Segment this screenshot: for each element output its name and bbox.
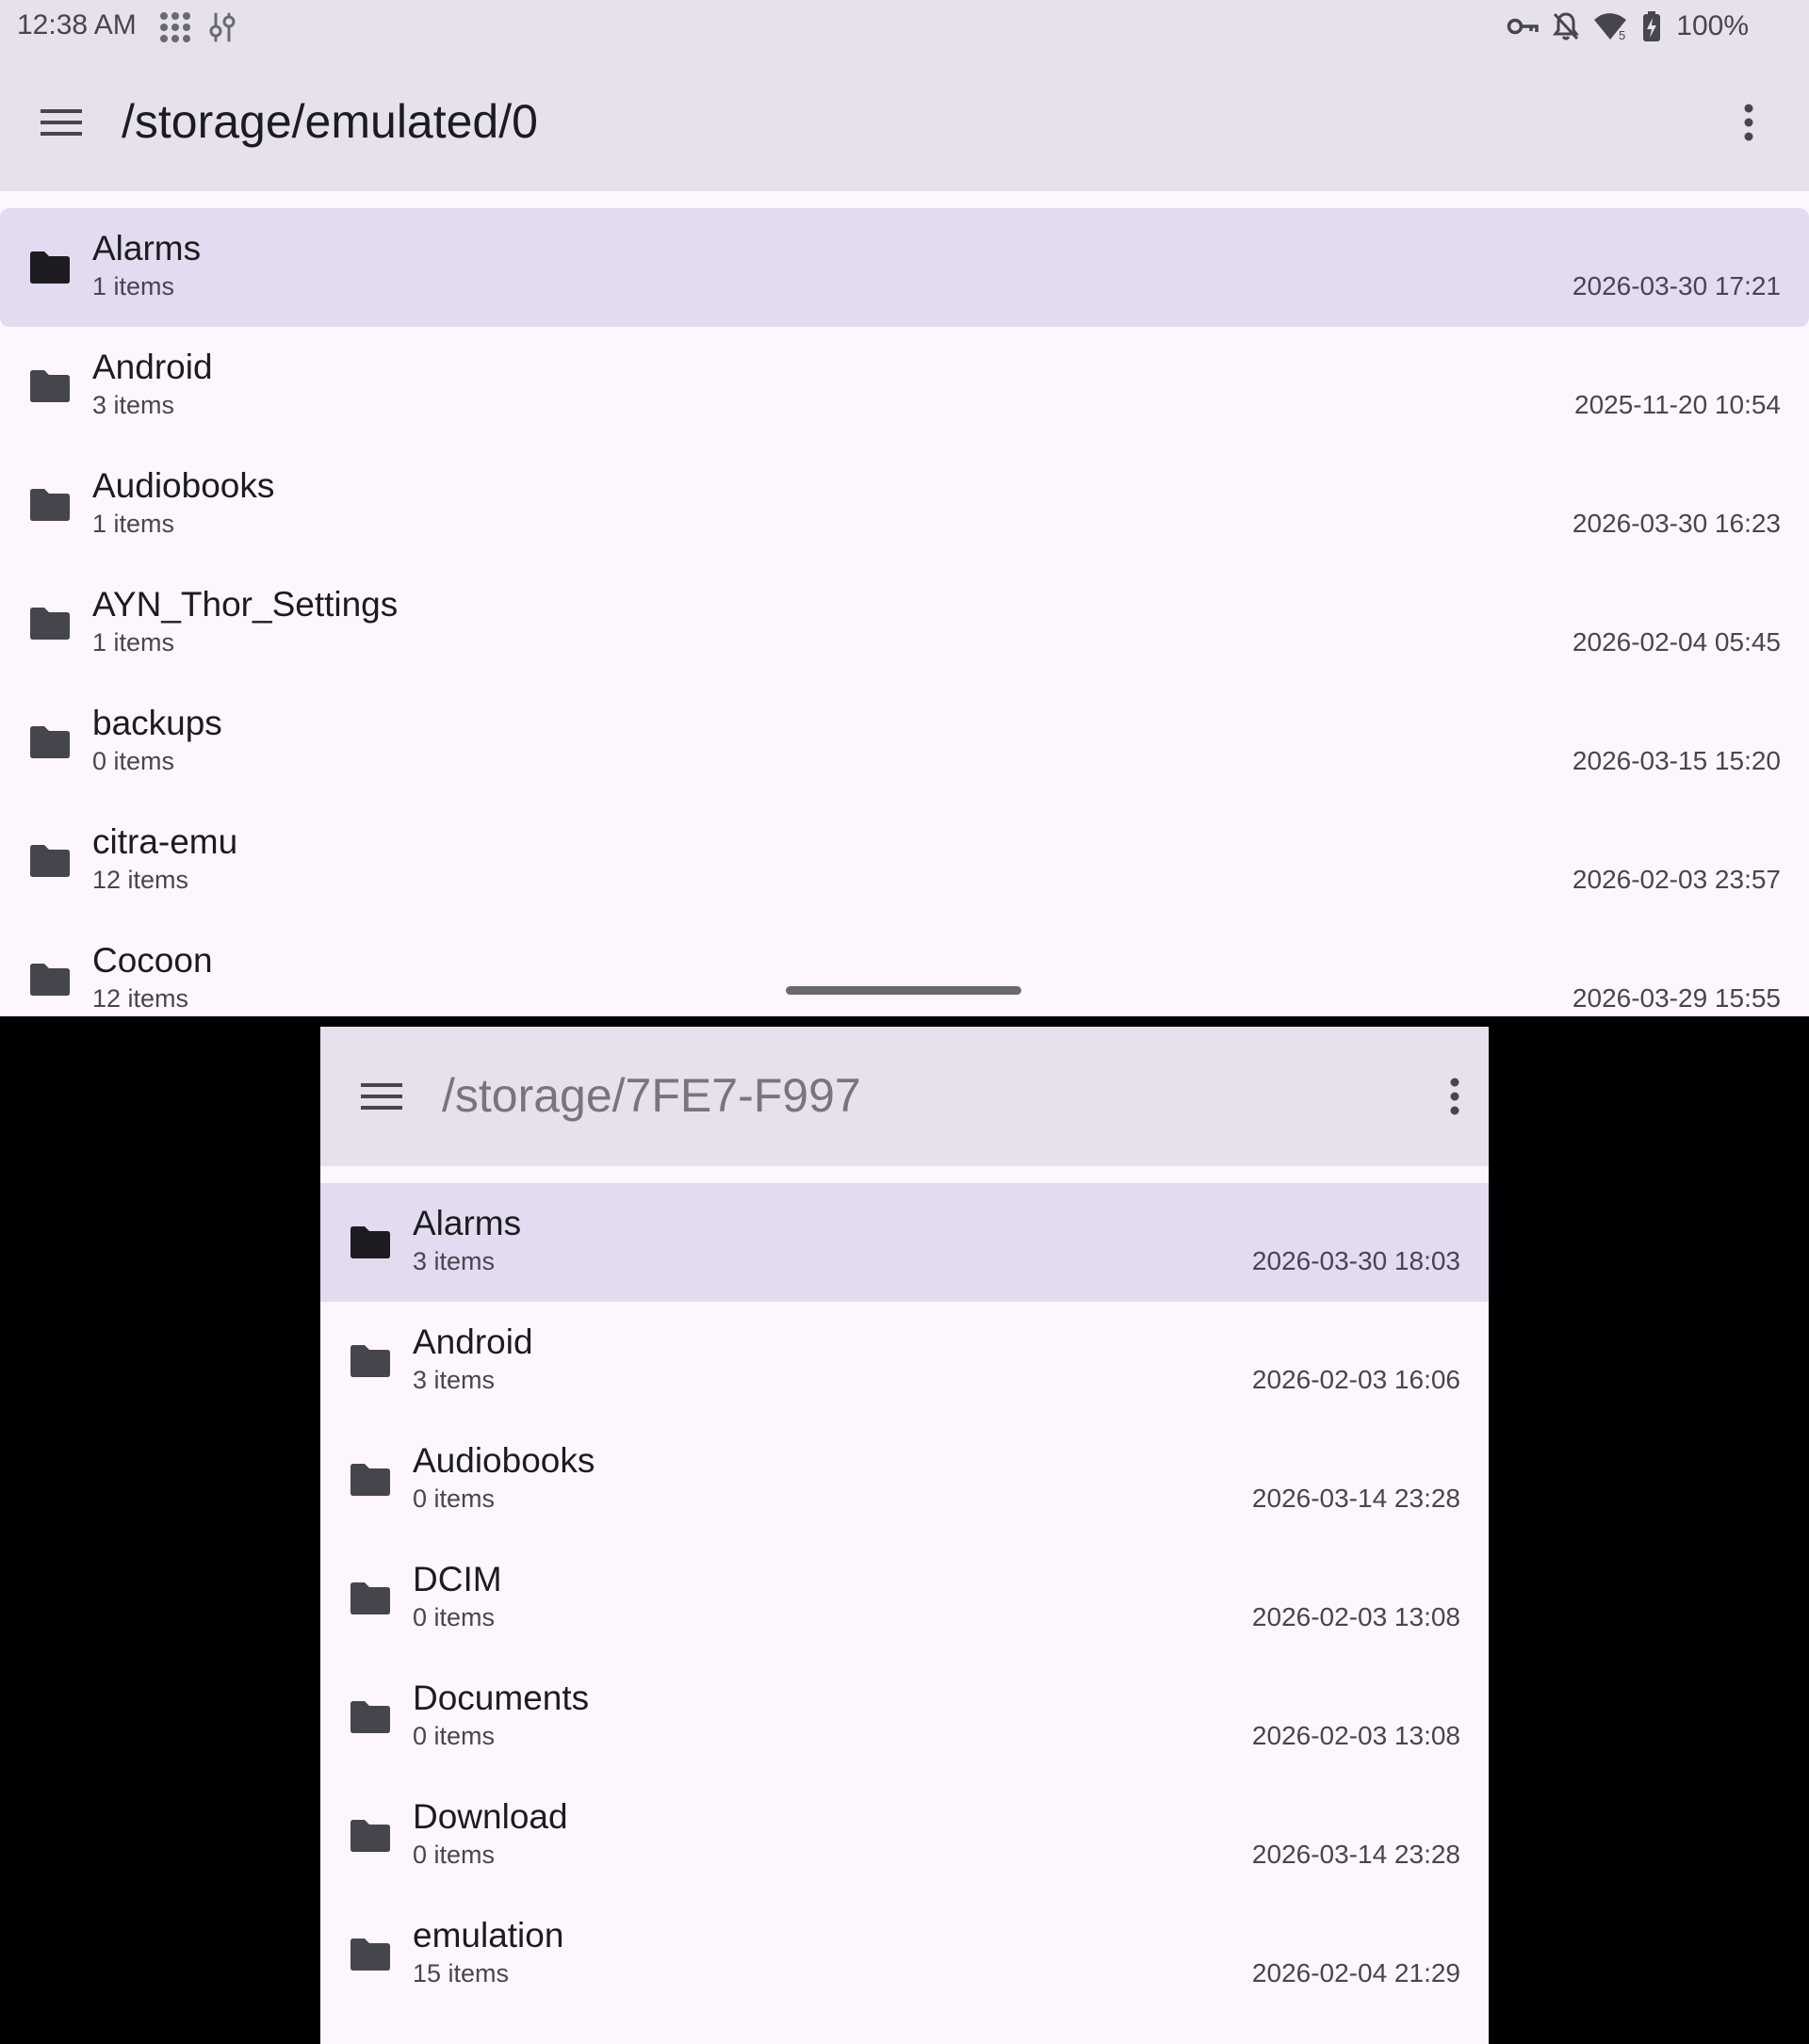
file-item-count: 1 items (92, 510, 175, 538)
file-row[interactable]: citra-emu 12 items 2026-02-03 23:57 (0, 802, 1809, 920)
file-modified-date: 2026-03-29 15:55 (1572, 983, 1781, 1013)
file-row[interactable]: Documents 0 items 2026-02-03 13:08 (320, 1658, 1489, 1776)
top-file-pane: 12:38 AM 5 100% /storage/emulated/0 Alar… (0, 0, 1809, 1016)
file-item-count: 3 items (413, 1247, 496, 1275)
file-modified-date: 2026-02-03 13:08 (1251, 1602, 1460, 1631)
file-item-count: 0 items (413, 1484, 496, 1513)
file-item-count: 0 items (413, 1603, 496, 1631)
more-options-button[interactable] (1722, 92, 1775, 153)
file-name: citra-emu (92, 822, 238, 861)
file-modified-date: 2026-02-04 21:29 (1251, 1958, 1460, 1987)
more-vert-icon (1450, 1078, 1459, 1115)
file-item-count: 12 items (92, 984, 189, 1013)
file-name: AYN_Thor_Settings (92, 585, 399, 624)
folder-icon (350, 1464, 390, 1496)
file-row[interactable]: Download 0 items 2026-03-14 23:28 (320, 1776, 1489, 1895)
file-item-count: 3 items (92, 391, 175, 419)
wifi-5-icon: 5 (1594, 13, 1627, 41)
more-options-button[interactable] (1428, 1066, 1481, 1127)
file-item-count: 0 items (413, 1722, 496, 1750)
file-modified-date: 2026-03-14 23:28 (1251, 1484, 1460, 1513)
file-row[interactable]: Alarms 1 items 2026-03-30 17:21 (0, 208, 1809, 327)
file-name: emulation (413, 1916, 564, 1955)
file-row[interactable]: Audiobooks 1 items 2026-03-30 16:23 (0, 446, 1809, 564)
file-row[interactable]: emulation 15 items 2026-02-04 21:29 (320, 1895, 1489, 2014)
file-modified-date: 2026-03-30 16:23 (1572, 509, 1781, 538)
file-row[interactable]: Audiobooks 0 items 2026-03-14 23:28 (320, 1420, 1489, 1539)
file-item-count: 0 items (92, 747, 175, 775)
file-modified-date: 2026-03-30 17:21 (1572, 271, 1781, 300)
apps-grid-icon (160, 12, 190, 42)
folder-icon (30, 251, 70, 284)
more-vert-icon (1744, 104, 1753, 141)
menu-icon (361, 1083, 402, 1110)
menu-button[interactable] (31, 92, 91, 153)
folder-icon (350, 1701, 390, 1733)
vpn-key-icon (1508, 18, 1540, 35)
file-row[interactable]: Android 3 items 2025-11-20 10:54 (0, 327, 1809, 446)
svg-text:5: 5 (1619, 28, 1625, 41)
file-row[interactable]: backups 0 items 2026-03-15 15:20 (0, 683, 1809, 802)
folder-icon (350, 1226, 390, 1258)
file-row[interactable]: DCIM 0 items 2026-02-03 13:08 (320, 1539, 1489, 1658)
file-name: Audiobooks (92, 466, 275, 505)
file-modified-date: 2026-02-03 23:57 (1572, 865, 1781, 894)
file-row[interactable]: Android 3 items 2026-02-03 16:06 (320, 1302, 1489, 1420)
file-name: Cocoon (92, 941, 213, 980)
file-name: DCIM (413, 1560, 502, 1598)
split-screen-handle[interactable] (786, 986, 1021, 995)
file-name: Documents (413, 1679, 590, 1717)
tune-icon (209, 12, 236, 42)
folder-icon (30, 370, 70, 402)
file-item-count: 3 items (413, 1366, 496, 1394)
file-modified-date: 2026-02-03 16:06 (1251, 1365, 1460, 1394)
file-name: backups (92, 704, 222, 742)
menu-icon (41, 109, 82, 136)
top-file-list: Alarms 1 items 2026-03-30 17:21 Android 3 it… (0, 208, 1809, 1016)
bottom-app-bar: /storage/7FE7-F997 (320, 1027, 1489, 1166)
file-item-count: 0 items (413, 1841, 496, 1869)
file-name: Audiobooks (413, 1441, 595, 1480)
file-row[interactable]: AYN_Thor_Settings 1 items 2026-02-04 05:45 (0, 564, 1809, 683)
file-row[interactable]: Alarms 3 items 2026-03-30 18:03 (320, 1183, 1489, 1302)
folder-icon (30, 489, 70, 521)
folder-icon (350, 1345, 390, 1377)
file-modified-date: 2026-03-15 15:20 (1572, 746, 1781, 775)
folder-icon (30, 964, 70, 996)
folder-icon (30, 608, 70, 640)
file-name: Download (413, 1797, 568, 1836)
battery-percent: 100% (1676, 10, 1749, 41)
folder-icon (30, 845, 70, 877)
file-item-count: 1 items (92, 272, 175, 300)
file-name: Android (92, 348, 213, 386)
status-right-group: 5 100% (1507, 8, 1749, 45)
folder-icon (350, 1939, 390, 1971)
file-modified-date: 2026-02-03 13:08 (1251, 1721, 1460, 1750)
file-item-count: 15 items (413, 1959, 510, 1987)
status-time: 12:38 AM (17, 9, 137, 41)
bottom-file-pane: /storage/7FE7-F997 Alarms 3 items 2026-03-… (320, 1027, 1489, 2044)
file-modified-date: 2026-03-14 23:28 (1251, 1840, 1460, 1869)
page-title: /storage/7FE7-F997 (442, 1069, 861, 1122)
status-bar: 12:38 AM 5 100% (0, 0, 1809, 53)
battery-charging-icon (1643, 11, 1661, 41)
file-row[interactable]: Cocoon 12 items 2026-03-29 15:55 (0, 920, 1809, 1016)
folder-icon (350, 1582, 390, 1614)
file-name: Alarms (413, 1204, 522, 1242)
menu-button[interactable] (351, 1066, 412, 1127)
top-app-bar: /storage/emulated/0 (0, 53, 1809, 191)
file-modified-date: 2026-03-30 18:03 (1251, 1246, 1460, 1275)
file-name: Android (413, 1322, 533, 1361)
bottom-file-list: Alarms 3 items 2026-03-30 18:03 Android 3 it… (320, 1183, 1489, 2014)
folder-icon (30, 726, 70, 758)
notifications-off-icon (1553, 12, 1580, 41)
file-modified-date: 2025-11-20 10:54 (1574, 390, 1781, 419)
file-item-count: 1 items (92, 628, 175, 657)
file-modified-date: 2026-02-04 05:45 (1572, 627, 1781, 657)
file-name: Alarms (92, 229, 202, 268)
file-item-count: 12 items (92, 866, 189, 894)
folder-icon (350, 1820, 390, 1852)
page-title: /storage/emulated/0 (122, 95, 538, 148)
